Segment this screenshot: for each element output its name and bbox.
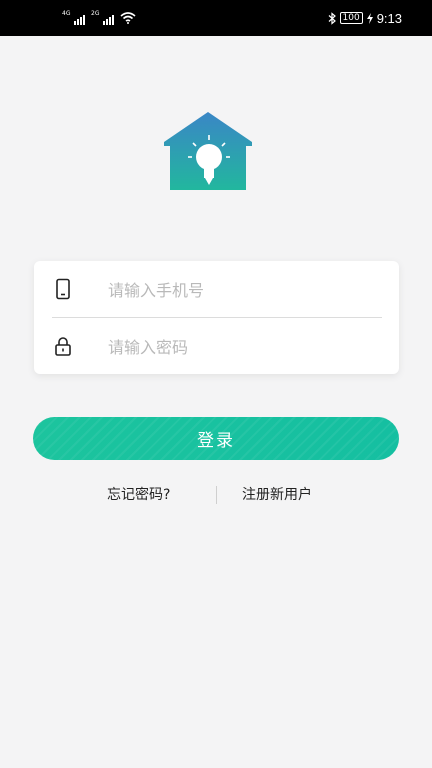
auth-links: 忘记密码? 注册新用户 [0, 484, 432, 506]
password-input[interactable] [106, 328, 380, 366]
status-right: 100 9:13 [328, 0, 402, 36]
bluetooth-icon [328, 11, 336, 25]
status-left: 4G 2G [62, 0, 136, 36]
link-divider [216, 486, 217, 504]
signal-2-label: 2G [91, 10, 100, 17]
login-card [34, 261, 399, 374]
signal-2g-icon: 2G [91, 11, 114, 25]
clock: 9:13 [376, 10, 402, 26]
battery-indicator: 100 [339, 12, 363, 24]
phone-field-row [34, 261, 399, 317]
wifi-icon [120, 12, 136, 24]
password-field-row [34, 318, 399, 374]
phone-input[interactable] [106, 271, 380, 309]
register-link[interactable]: 注册新用户 [242, 484, 312, 506]
login-button[interactable]: 登录 [33, 417, 399, 460]
signal-4g-icon: 4G [62, 11, 85, 25]
house-lightbulb-icon [164, 112, 252, 190]
smartphone-icon [56, 278, 70, 300]
status-bar: 4G 2G 100 9:13 [0, 0, 432, 36]
signal-1-label: 4G [62, 10, 71, 17]
lock-icon [55, 337, 71, 356]
forgot-password-link[interactable]: 忘记密码? [107, 484, 170, 506]
charging-icon [366, 12, 373, 24]
